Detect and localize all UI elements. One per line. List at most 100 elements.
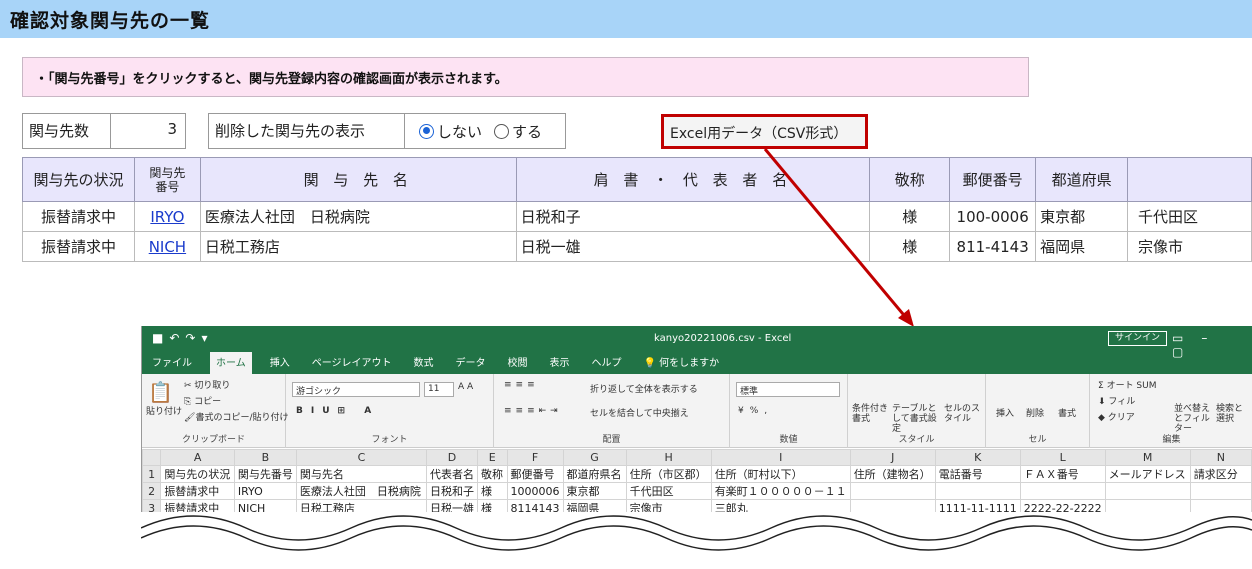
autosum-button[interactable]: Σ オート SUM: [1098, 378, 1157, 391]
font-family-select[interactable]: 游ゴシック: [292, 382, 420, 397]
tab-help[interactable]: ヘルプ: [588, 354, 626, 374]
tab-data[interactable]: データ: [452, 354, 490, 374]
excel-cell[interactable]: メールアドレス: [1104, 465, 1191, 483]
radio-option-no[interactable]: しない: [419, 121, 482, 142]
quick-access-icons[interactable]: ■↶↷▾: [152, 331, 213, 345]
excel-cell[interactable]: [1104, 482, 1191, 500]
column-header[interactable]: M: [1104, 449, 1191, 466]
excel-cell[interactable]: 敬称: [477, 465, 508, 483]
column-header[interactable]: E: [477, 449, 508, 466]
delete-cell-button[interactable]: 削除: [1026, 406, 1044, 419]
excel-cell[interactable]: 様: [477, 482, 508, 500]
paste-icon[interactable]: 📋: [148, 380, 173, 404]
excel-cell[interactable]: 関与先番号: [233, 465, 297, 483]
tab-view[interactable]: 表示: [546, 354, 574, 374]
number-format-icons[interactable]: ¥%,: [738, 406, 773, 416]
cut-button[interactable]: ✂ 切り取り: [184, 378, 230, 391]
radio-no-label: しない: [437, 122, 483, 141]
excel-cell[interactable]: 日税和子: [426, 482, 478, 500]
client-number-link[interactable]: NICH: [149, 238, 186, 256]
col-name: 関 与 先 名: [199, 157, 517, 202]
column-header[interactable]: C: [295, 449, 428, 466]
row-header[interactable]: 1: [142, 465, 162, 483]
insert-cell-button[interactable]: 挿入: [996, 406, 1014, 419]
tab-home[interactable]: ホーム: [210, 350, 252, 374]
row-header[interactable]: 2: [142, 482, 162, 500]
excel-cell[interactable]: 住所（建物名）: [849, 465, 936, 483]
conditional-format-button[interactable]: 条件付き書式: [852, 404, 892, 424]
paste-button[interactable]: 貼り付け: [146, 404, 182, 417]
excel-cell[interactable]: 有楽町１０００００－１１: [710, 482, 851, 500]
column-header[interactable]: J: [849, 449, 936, 466]
excel-cell[interactable]: ＦＡＸ番号: [1019, 465, 1106, 483]
excel-cell[interactable]: 住所（市区郡）: [625, 465, 712, 483]
format-as-table-button[interactable]: テーブルとして書式設定: [892, 404, 940, 434]
merge-center-button[interactable]: セルを結合して中央揃え: [590, 406, 689, 419]
column-header[interactable]: B: [233, 449, 297, 466]
font-grow-icon[interactable]: A A: [458, 382, 473, 392]
find-select-button[interactable]: 検索と選択: [1216, 404, 1250, 424]
align-icons[interactable]: ≡≡≡: [504, 380, 539, 390]
clear-label: クリア: [1107, 413, 1135, 423]
radio-yes[interactable]: [494, 123, 510, 139]
excel-cell[interactable]: [849, 482, 936, 500]
format-cell-button[interactable]: 書式: [1058, 406, 1076, 419]
tab-page-layout[interactable]: ページレイアウト: [308, 354, 396, 374]
font-size-select[interactable]: 11: [424, 382, 454, 397]
excel-cell[interactable]: 住所（町村以下）: [710, 465, 851, 483]
copy-button[interactable]: ⎘ コピー: [184, 394, 221, 407]
excel-cell[interactable]: 代表者名: [426, 465, 478, 483]
tab-review[interactable]: 校閲: [504, 354, 532, 374]
number-format-select[interactable]: 標準: [736, 382, 840, 397]
tab-insert[interactable]: 挿入: [266, 354, 294, 374]
column-header[interactable]: A: [160, 449, 235, 466]
cell-style-button[interactable]: セルのスタイル: [944, 404, 984, 424]
excel-cell[interactable]: 振替請求中: [160, 482, 235, 500]
col-number: 関与先番号: [133, 157, 201, 202]
excel-cell[interactable]: IRYO: [233, 482, 297, 500]
excel-csv-button[interactable]: Excel用データ（CSV形式）: [661, 114, 868, 149]
excel-cell[interactable]: [934, 482, 1021, 500]
column-header[interactable]: D: [426, 449, 478, 466]
excel-cell[interactable]: 関与先名: [295, 465, 428, 483]
column-header[interactable]: F: [506, 449, 564, 466]
format-painter-button[interactable]: 🖌書式のコピー/貼り付け: [184, 410, 288, 423]
column-header[interactable]: N: [1189, 449, 1252, 466]
excel-cell[interactable]: 請求区分: [1189, 465, 1252, 483]
excel-cell[interactable]: 郵便番号: [506, 465, 564, 483]
tell-me[interactable]: 💡 何をしますか: [640, 354, 724, 374]
column-header[interactable]: G: [562, 449, 627, 466]
tab-formulas[interactable]: 数式: [410, 354, 438, 374]
excel-cell[interactable]: 電話番号: [934, 465, 1021, 483]
radio-no[interactable]: [419, 123, 434, 139]
excel-cell[interactable]: 都道府県名: [562, 465, 627, 483]
column-header[interactable]: I: [710, 449, 851, 466]
excel-cell[interactable]: [1019, 482, 1106, 500]
group-align: ≡≡≡ 折り返して全体を表示する ≡≡≡⇤⇥ セルを結合して中央揃え 配置: [494, 374, 730, 448]
font-style-buttons[interactable]: BIU⊞ A: [296, 406, 379, 416]
window-controls[interactable]: ▭–▢: [1172, 331, 1252, 359]
client-number-link[interactable]: IRYO: [150, 208, 184, 226]
sigma-icon: Σ: [1098, 381, 1107, 391]
sort-filter-button[interactable]: 並べ替えとフィルター: [1174, 404, 1214, 434]
column-header[interactable]: K: [934, 449, 1021, 466]
select-all[interactable]: [142, 449, 162, 466]
excel-cell[interactable]: 1000006: [506, 482, 564, 500]
tab-file[interactable]: ファイル: [148, 354, 196, 374]
ribbon-tabs: ファイル ホーム 挿入 ページレイアウト 数式 データ 校閲 表示 ヘルプ 💡 …: [142, 350, 1252, 374]
radio-option-yes[interactable]: する: [494, 121, 542, 142]
wrap-text-button[interactable]: 折り返して全体を表示する: [590, 382, 698, 395]
align-icons-2[interactable]: ≡≡≡⇤⇥: [504, 406, 562, 416]
clear-button[interactable]: ◆ クリア: [1098, 410, 1135, 423]
excel-cell[interactable]: 関与先の状況: [160, 465, 235, 483]
excel-cell[interactable]: 医療法人社団 日税病院: [295, 482, 428, 500]
notice-text: ・「関与先番号」をクリックすると、関与先登録内容の確認画面が表示されます。: [35, 72, 508, 87]
arrow-head: [898, 309, 914, 327]
excel-cell[interactable]: [1189, 482, 1252, 500]
signin-button[interactable]: サインイン: [1108, 331, 1168, 346]
column-header[interactable]: L: [1019, 449, 1106, 466]
fill-button[interactable]: ⬇ フィル: [1098, 394, 1135, 407]
excel-cell[interactable]: 千代田区: [625, 482, 712, 500]
excel-cell[interactable]: 東京都: [562, 482, 627, 500]
column-header[interactable]: H: [625, 449, 712, 466]
